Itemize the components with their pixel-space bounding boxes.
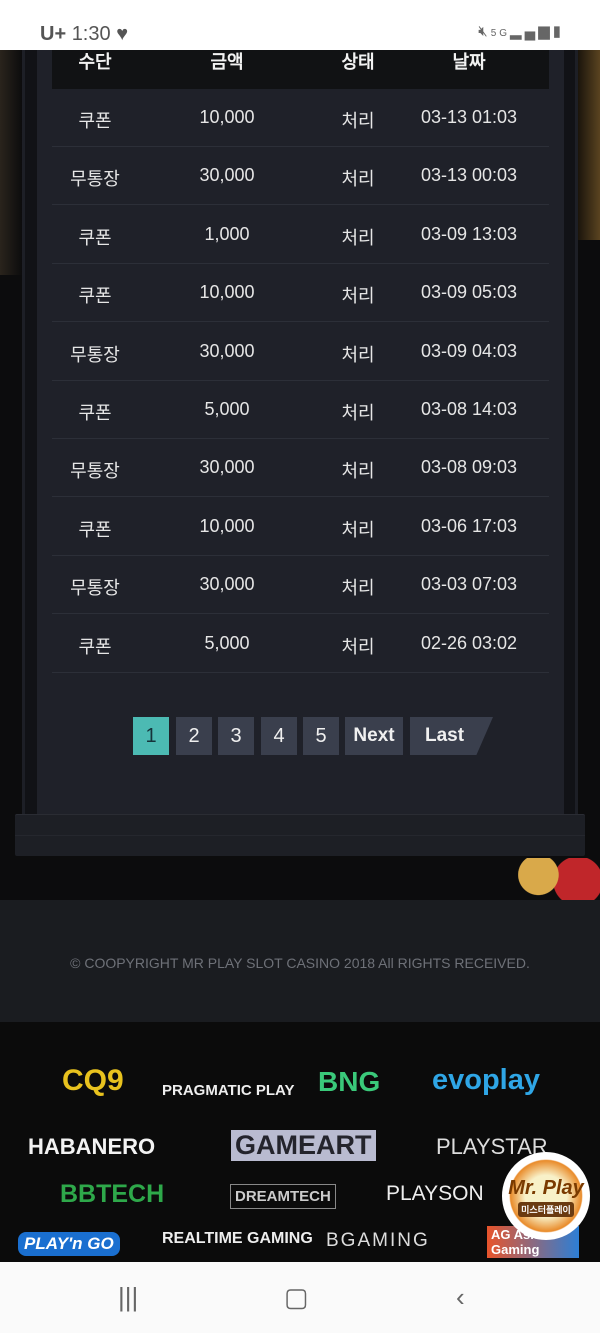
table-row: 쿠폰 10,000 처리 03-06 17:03 — [52, 498, 549, 556]
panel-base — [15, 814, 585, 856]
mute-icon: 🔇︎ — [478, 23, 491, 40]
logo-playson: PLAYSON — [386, 1182, 484, 1205]
mascot-image — [512, 858, 600, 900]
logo-habanero: HABANERO — [28, 1134, 156, 1159]
badge-text: Mr. Play — [508, 1176, 584, 1199]
cell-date: 03-13 01:03 — [420, 107, 518, 127]
logo-dreamtech: DREAMTECH — [230, 1184, 336, 1209]
table-row: 쿠폰 10,000 처리 03-13 01:03 — [52, 89, 549, 147]
cell-date: 03-09 13:03 — [420, 223, 518, 244]
clock: 1:30 — [71, 23, 111, 45]
cell-date: 03-09 04:03 — [420, 340, 518, 361]
back-icon[interactable]: ‹ — [456, 1282, 465, 1313]
logo-gameart: GAMEART — [231, 1130, 376, 1161]
table-row: 쿠폰 10,000 처리 03-09 05:03 — [52, 264, 549, 323]
next-button[interactable]: Next — [345, 717, 403, 755]
table-row: 무통장 30,000 처리 03-13 00:03 — [52, 147, 549, 206]
table-row: 쿠폰 1,000 처리 03-09 13:03 — [52, 206, 549, 264]
table-row: 무통장 30,000 처리 03-03 07:03 — [52, 556, 549, 615]
5g-icon: 5G — [490, 28, 511, 39]
table-row: 무통장 30,000 처리 03-08 09:03 — [52, 439, 549, 498]
home-icon[interactable]: ▢ — [284, 1282, 309, 1313]
recent-apps-icon[interactable]: ||| — [118, 1282, 138, 1313]
background-art — [578, 50, 600, 240]
logo-play-n-go: PLAY'n GO — [18, 1232, 120, 1256]
cell-date: 03-08 09:03 — [420, 457, 518, 478]
android-nav-bar: ||| ▢ ‹ — [0, 1262, 600, 1333]
logo-pragmatic-play: PRAGMATIC PLAY — [162, 1082, 295, 1099]
page-5-button[interactable]: 5 — [303, 717, 339, 755]
footer: © COOPYRIGHT MR PLAY SLOT CASINO 2018 Al… — [0, 900, 600, 1022]
page-2-button[interactable]: 2 — [176, 717, 212, 755]
cell-date: 03-06 17:03 — [420, 515, 518, 536]
logo-bng: BNG — [318, 1066, 381, 1097]
provider-logos: CQ9 PRAGMATIC PLAY BNG evoplay HABANERO … — [0, 1022, 600, 1262]
battery-icon: ▮ — [552, 23, 564, 40]
logo-evoplay: evoplay — [432, 1064, 540, 1096]
heart-icon: ♥ — [116, 23, 129, 45]
cell-date: 03-13 00:03 — [420, 165, 518, 186]
page-1-button[interactable]: 1 — [133, 717, 169, 755]
mr-play-floating-badge[interactable]: Mr. Play 미스터플레이 — [502, 1152, 590, 1240]
table-row: 쿠폰 5,000 처리 02-26 03:02 — [52, 615, 549, 673]
cell-date: 02-26 03:02 — [420, 632, 518, 653]
header-date: 날짜 — [452, 52, 486, 72]
status-bar: U+ 1:30 ♥ 🔇︎5G▂▄▆▮ — [0, 0, 600, 50]
cell-date: 03-09 05:03 — [420, 282, 518, 303]
logo-bgaming: BGAMING — [326, 1230, 430, 1251]
carrier: U+ — [40, 23, 67, 45]
logo-bbtech: BBTECH — [60, 1180, 165, 1208]
logo-cq9: CQ9 — [62, 1064, 124, 1097]
copyright: © COOPYRIGHT MR PLAY SLOT CASINO 2018 Al… — [70, 955, 530, 971]
table-row: 무통장 30,000 처리 03-09 04:03 — [52, 323, 549, 381]
cell-date: 03-08 14:03 — [420, 399, 518, 419]
page-4-button[interactable]: 4 — [261, 717, 297, 755]
table-header: 수단 금액 상태 날짜 — [52, 50, 549, 89]
logo-realtime-gaming: REALTIME GAMING — [162, 1230, 313, 1247]
signal-icon: ▂▄▆ — [510, 23, 553, 40]
badge-subtitle: 미스터플레이 — [518, 1201, 574, 1217]
page-3-button[interactable]: 3 — [218, 717, 254, 755]
table-row: 쿠폰 5,000 처리 03-08 14:03 — [52, 381, 549, 439]
cell-date: 03-03 07:03 — [420, 574, 518, 595]
